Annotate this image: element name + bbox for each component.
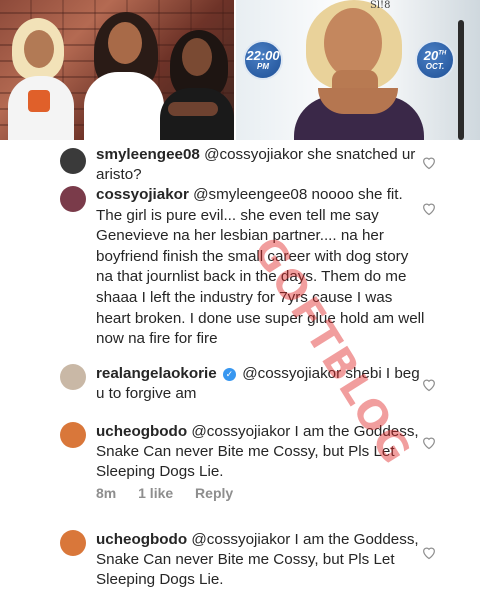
heart-outline-icon[interactable] [421, 155, 437, 170]
comment-username[interactable]: realangelaokorie [96, 365, 217, 382]
heart-outline-icon[interactable] [421, 545, 437, 560]
heart-outline-icon[interactable] [421, 435, 437, 450]
group-photo [0, 0, 234, 140]
comment-username[interactable]: smyleengee08 [96, 146, 200, 163]
comment-likes[interactable]: 1 like [138, 485, 173, 501]
comment-username[interactable]: ucheogbodo [96, 531, 187, 548]
reply-button[interactable]: Reply [195, 485, 233, 501]
comment-body: smyleengee08 @cossyojiakor she snatched … [96, 145, 426, 185]
comment-username[interactable]: ucheogbodo [96, 423, 187, 440]
person-3-face [182, 38, 212, 76]
verified-badge-icon: ✓ [222, 368, 236, 381]
person-2-top [84, 72, 164, 140]
comment-meta: 8m 1 like Reply [96, 485, 251, 501]
person-1-face [24, 30, 54, 68]
person-1-print [28, 90, 50, 112]
comment-body: ucheogbodo @cossyojiakor I am the Goddes… [96, 530, 426, 590]
photo-collage: 22:00 PM 20TH OCT. Sl!8 [0, 0, 480, 140]
avatar[interactable] [60, 422, 86, 448]
avatar[interactable] [60, 186, 86, 212]
avatar[interactable] [60, 364, 86, 390]
person-2-face [108, 22, 142, 64]
time-badge: 22:00 PM [243, 40, 283, 80]
avatar[interactable] [60, 148, 86, 174]
heart-outline-icon[interactable] [421, 201, 437, 216]
time-period: PM [257, 62, 269, 71]
comment-username[interactable]: cossyojiakor [96, 186, 189, 203]
person-3-arm [168, 102, 218, 116]
date-month: OCT. [425, 62, 445, 71]
top-logo-text: Sl!8 [370, 0, 391, 11]
mic-stand [458, 20, 464, 140]
heart-outline-icon[interactable] [421, 377, 437, 392]
comment-time: 8m [96, 485, 117, 501]
time-text: 22:00 [246, 48, 280, 63]
date-badge: 20TH OCT. [415, 40, 455, 80]
date-text: 20TH [423, 48, 447, 63]
woman-face [324, 8, 382, 78]
avatar[interactable] [60, 530, 86, 556]
